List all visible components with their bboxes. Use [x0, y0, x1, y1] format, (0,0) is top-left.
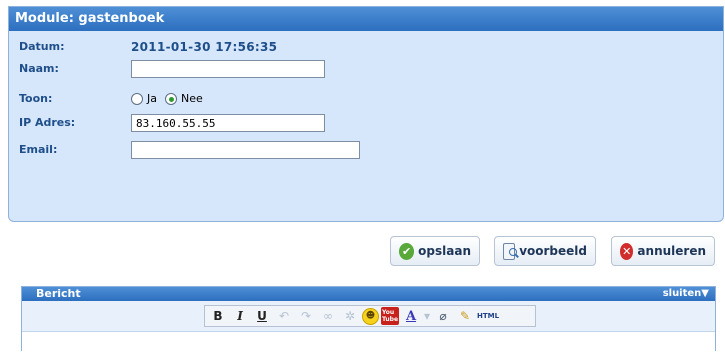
bericht-header: Bericht sluiten▼: [22, 287, 715, 301]
undo-icon[interactable]: ↶: [274, 307, 294, 325]
unlink-icon[interactable]: ✲: [340, 307, 360, 325]
module-title: Module: gastenboek: [9, 7, 723, 31]
bericht-panel: Bericht sluiten▼ B I U ↶ ↷ ∞ ✲ ☻ You Tube…: [21, 286, 716, 352]
toon-ja-label[interactable]: Ja: [147, 89, 157, 109]
cancel-button[interactable]: ✕ annuleren: [611, 236, 715, 266]
html-icon[interactable]: HTML: [477, 307, 499, 325]
bold-icon[interactable]: B: [208, 307, 228, 325]
ip-input[interactable]: 83.160.55.55: [131, 114, 325, 132]
toon-nee-radio[interactable]: [165, 93, 177, 105]
brush-icon[interactable]: ✎: [455, 307, 475, 325]
eraser-icon[interactable]: ⌀: [433, 307, 453, 325]
toon-ja-radio[interactable]: [131, 93, 143, 105]
dropdown-arrow-icon[interactable]: ▾: [423, 307, 431, 325]
save-button[interactable]: ✔ opslaan: [390, 236, 480, 266]
toon-nee-label[interactable]: Nee: [181, 89, 203, 109]
preview-button-label: voorbeeld: [519, 244, 587, 258]
email-input[interactable]: [131, 141, 360, 159]
editor-toolbar: B I U ↶ ↷ ∞ ✲ ☻ You Tube A ▾ ⌀ ✎ HTML: [204, 305, 536, 327]
datum-label: Datum:: [19, 40, 65, 53]
datum-value: 2011-01-30 17:56:35: [131, 40, 278, 54]
message-editor[interactable]: [22, 332, 715, 352]
smiley-icon[interactable]: ☻: [362, 307, 379, 325]
checkmark-icon: ✔: [399, 242, 415, 260]
preview-button[interactable]: voorbeeld: [494, 236, 596, 266]
save-button-label: opslaan: [418, 244, 471, 258]
naam-input[interactable]: [131, 60, 325, 78]
italic-icon[interactable]: I: [230, 307, 250, 325]
naam-label: Naam:: [19, 62, 59, 75]
toon-radio-group: Ja Nee: [131, 89, 211, 109]
editor-toolbar-zone: B I U ↶ ↷ ∞ ✲ ☻ You Tube A ▾ ⌀ ✎ HTML: [22, 301, 715, 332]
underline-icon[interactable]: U: [252, 307, 272, 325]
ip-label: IP Adres:: [19, 116, 76, 129]
cancel-button-label: annuleren: [637, 244, 706, 258]
link-icon[interactable]: ∞: [318, 307, 338, 325]
sluiten-link[interactable]: sluiten▼: [663, 287, 709, 301]
close-icon: ✕: [620, 242, 634, 260]
font-color-icon[interactable]: A: [401, 307, 421, 325]
magnifier-icon: [503, 242, 518, 260]
redo-icon[interactable]: ↷: [296, 307, 316, 325]
module-panel: Module: gastenboek Datum: 2011-01-30 17:…: [8, 6, 724, 222]
youtube-icon[interactable]: You Tube: [381, 307, 399, 325]
bericht-title: Bericht: [36, 287, 81, 300]
toon-label: Toon:: [19, 92, 53, 105]
email-label: Email:: [19, 143, 58, 156]
